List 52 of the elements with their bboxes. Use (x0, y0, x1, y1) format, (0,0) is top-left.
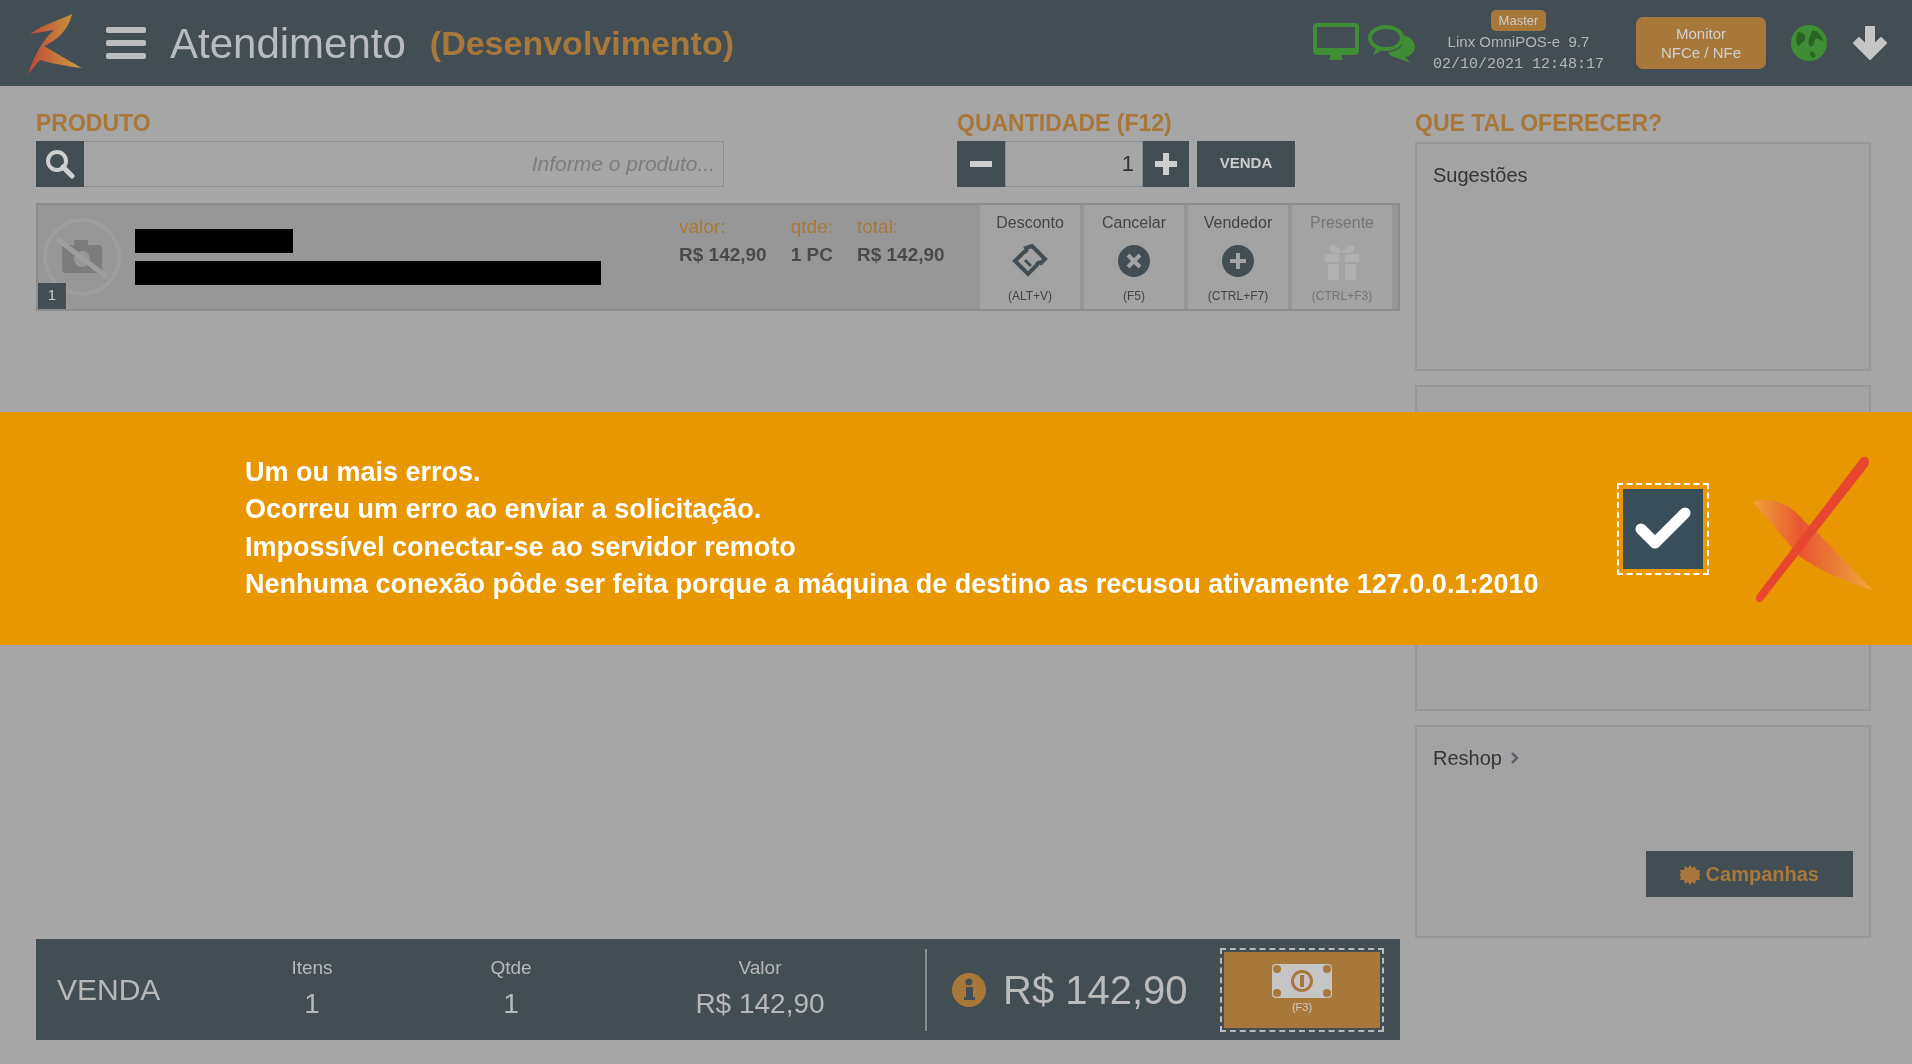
panel-title: Sugestões (1433, 163, 1528, 186)
field-label: total: (856, 214, 900, 239)
error-message: Nenhuma conexão pôde ser feita porque a máquina de destino as recusou ativamente 127.0.0.1:2010 (245, 568, 1540, 601)
field-value: 1 PC (790, 243, 833, 267)
decrease-button[interactable] (957, 140, 1005, 187)
date-time: 02/10/2021 12:48:17 (1432, 54, 1604, 75)
role-badge: Master (1490, 9, 1547, 32)
campaigns-button[interactable]: Campanhas (1646, 850, 1853, 897)
field-value: R$ 142,90 (679, 243, 767, 267)
search-button[interactable] (36, 140, 84, 187)
stat-value: 1 (304, 986, 320, 1021)
chevron-right-icon[interactable] (1509, 750, 1520, 765)
error-message: Ocorreu um erro ao enviar a solicitação. (245, 493, 763, 526)
badge-icon (1680, 865, 1701, 886)
sale-total: R$ 142,90 (1003, 966, 1188, 1014)
banknote-icon (1271, 963, 1333, 1000)
action-button[interactable]: Vendedor (CTRL+F7) (1188, 204, 1288, 309)
action-button[interactable]: Cancelar (F5) (1084, 204, 1184, 309)
confirm-button[interactable] (1623, 488, 1703, 569)
field-label: valor: (679, 214, 727, 239)
stat-value: 1 (503, 986, 519, 1021)
plus-icon (1155, 152, 1177, 175)
check-icon (1635, 506, 1691, 551)
sale-label: VENDA (57, 972, 162, 1008)
panel-title: Reshop (1433, 745, 1502, 771)
quantity-label: QUANTIDADE (F12) (957, 109, 1173, 138)
ticket-icon (1012, 242, 1048, 279)
stat-label: Itens (291, 956, 333, 981)
stat-label: Valor (738, 956, 782, 981)
down-arrow-icon[interactable] (1852, 25, 1888, 61)
product-label: PRODUTO (36, 109, 152, 138)
stat-value: R$ 142,90 (695, 986, 825, 1021)
page-title: Atendimento (170, 18, 406, 69)
stat-label: Qtde (490, 956, 532, 981)
field-value: R$ 142,90 (856, 243, 945, 267)
error-message: Impossível conectar-se ao servidor remoto (245, 530, 797, 564)
menu-icon[interactable] (106, 27, 146, 59)
field-label: qtde: (790, 214, 833, 239)
app-version: Linx OmniPOS-e 9.7 (1447, 32, 1590, 53)
action-button[interactable]: Desconto (ALT+V) (980, 204, 1080, 309)
minus-icon (970, 160, 992, 167)
environment-label: (Desenvolvimento) (429, 22, 734, 64)
offers-title: QUE TAL OFERECER? (1415, 109, 1664, 138)
error-message: Um ou mais erros. (245, 455, 482, 489)
quantity-field[interactable]: 1 (1005, 140, 1143, 187)
search-icon (45, 148, 75, 179)
item-number: 1 (38, 282, 66, 309)
plus-circle-icon (1221, 243, 1255, 278)
cancel-icon (1117, 243, 1151, 278)
sell-button[interactable]: VENDA (1197, 140, 1295, 187)
monitor-button[interactable]: Monitor NFCe / NFe (1636, 17, 1766, 69)
increase-button[interactable] (1143, 140, 1189, 187)
